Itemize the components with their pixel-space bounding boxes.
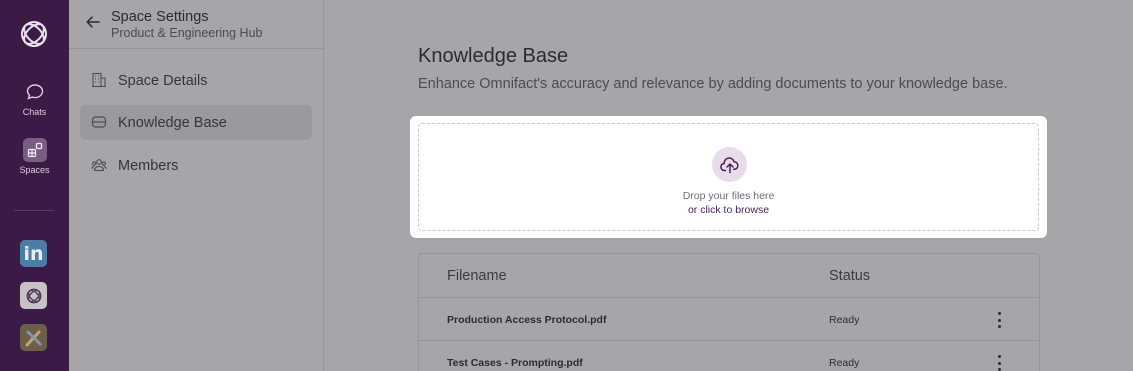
spaces-icon [22, 138, 47, 162]
nav-space-details-label: Space Details [118, 72, 208, 89]
nav-knowledge-base[interactable]: Knowledge Base [80, 105, 312, 140]
nav-knowledge-base-label: Knowledge Base [118, 114, 227, 131]
more-options-icon[interactable] [995, 354, 1003, 371]
documents-table: Filename Status Production Access Protoc… [418, 253, 1040, 371]
rail-chats-label: Chats [22, 107, 47, 117]
table-row[interactable]: Test Cases - Prompting.pdf Ready [419, 340, 1039, 371]
back-arrow-icon[interactable] [85, 14, 101, 30]
file-name: Production Access Protocol.pdf [447, 314, 607, 326]
omnifact-logo[interactable] [18, 18, 50, 50]
drop-files-text: Drop your files here [682, 190, 775, 202]
settings-panel: Space Settings Product & Engineering Hub… [69, 0, 324, 371]
upload-card: Drop your files here or click to browse [410, 116, 1047, 238]
chat-bubble-icon [0, 82, 69, 104]
file-name: Test Cases - Prompting.pdf [447, 357, 583, 369]
database-icon [91, 114, 107, 130]
page-title: Knowledge Base [418, 45, 569, 67]
rail-divider [14, 210, 54, 211]
status-header[interactable]: Status [829, 268, 870, 284]
app-rail: Chats Spaces in [0, 0, 69, 371]
members-icon [91, 157, 107, 173]
table-row[interactable]: Production Access Protocol.pdf Ready [419, 297, 1039, 340]
file-status: Ready [829, 357, 860, 369]
rail-chats[interactable]: Chats [0, 82, 69, 117]
building-icon [91, 72, 107, 88]
linkedin-app-icon[interactable]: in [20, 240, 47, 267]
filename-header[interactable]: Filename [447, 268, 507, 284]
nav-members[interactable]: Members [80, 148, 312, 183]
cloud-upload-icon [712, 147, 747, 182]
omnifact-app-icon[interactable] [20, 282, 47, 309]
space-name: Product & Engineering Hub [111, 26, 263, 40]
nav-space-details[interactable]: Space Details [80, 63, 312, 98]
browse-link[interactable]: or click to browse [419, 204, 1038, 216]
page-description: Enhance Omnifact's accuracy and relevanc… [418, 76, 1008, 92]
main-content: Knowledge Base Enhance Omnifact's accura… [324, 0, 1133, 371]
more-options-icon[interactable] [995, 311, 1003, 329]
rail-spaces-label: Spaces [19, 165, 50, 175]
tools-app-icon[interactable] [20, 324, 47, 351]
nav-members-label: Members [118, 157, 179, 174]
file-status: Ready [829, 314, 860, 326]
settings-header: Space Settings Product & Engineering Hub [69, 0, 323, 49]
rail-spaces[interactable]: Spaces [0, 138, 69, 175]
file-dropzone[interactable]: Drop your files here or click to browse [418, 123, 1039, 231]
settings-title: Space Settings [111, 9, 209, 25]
